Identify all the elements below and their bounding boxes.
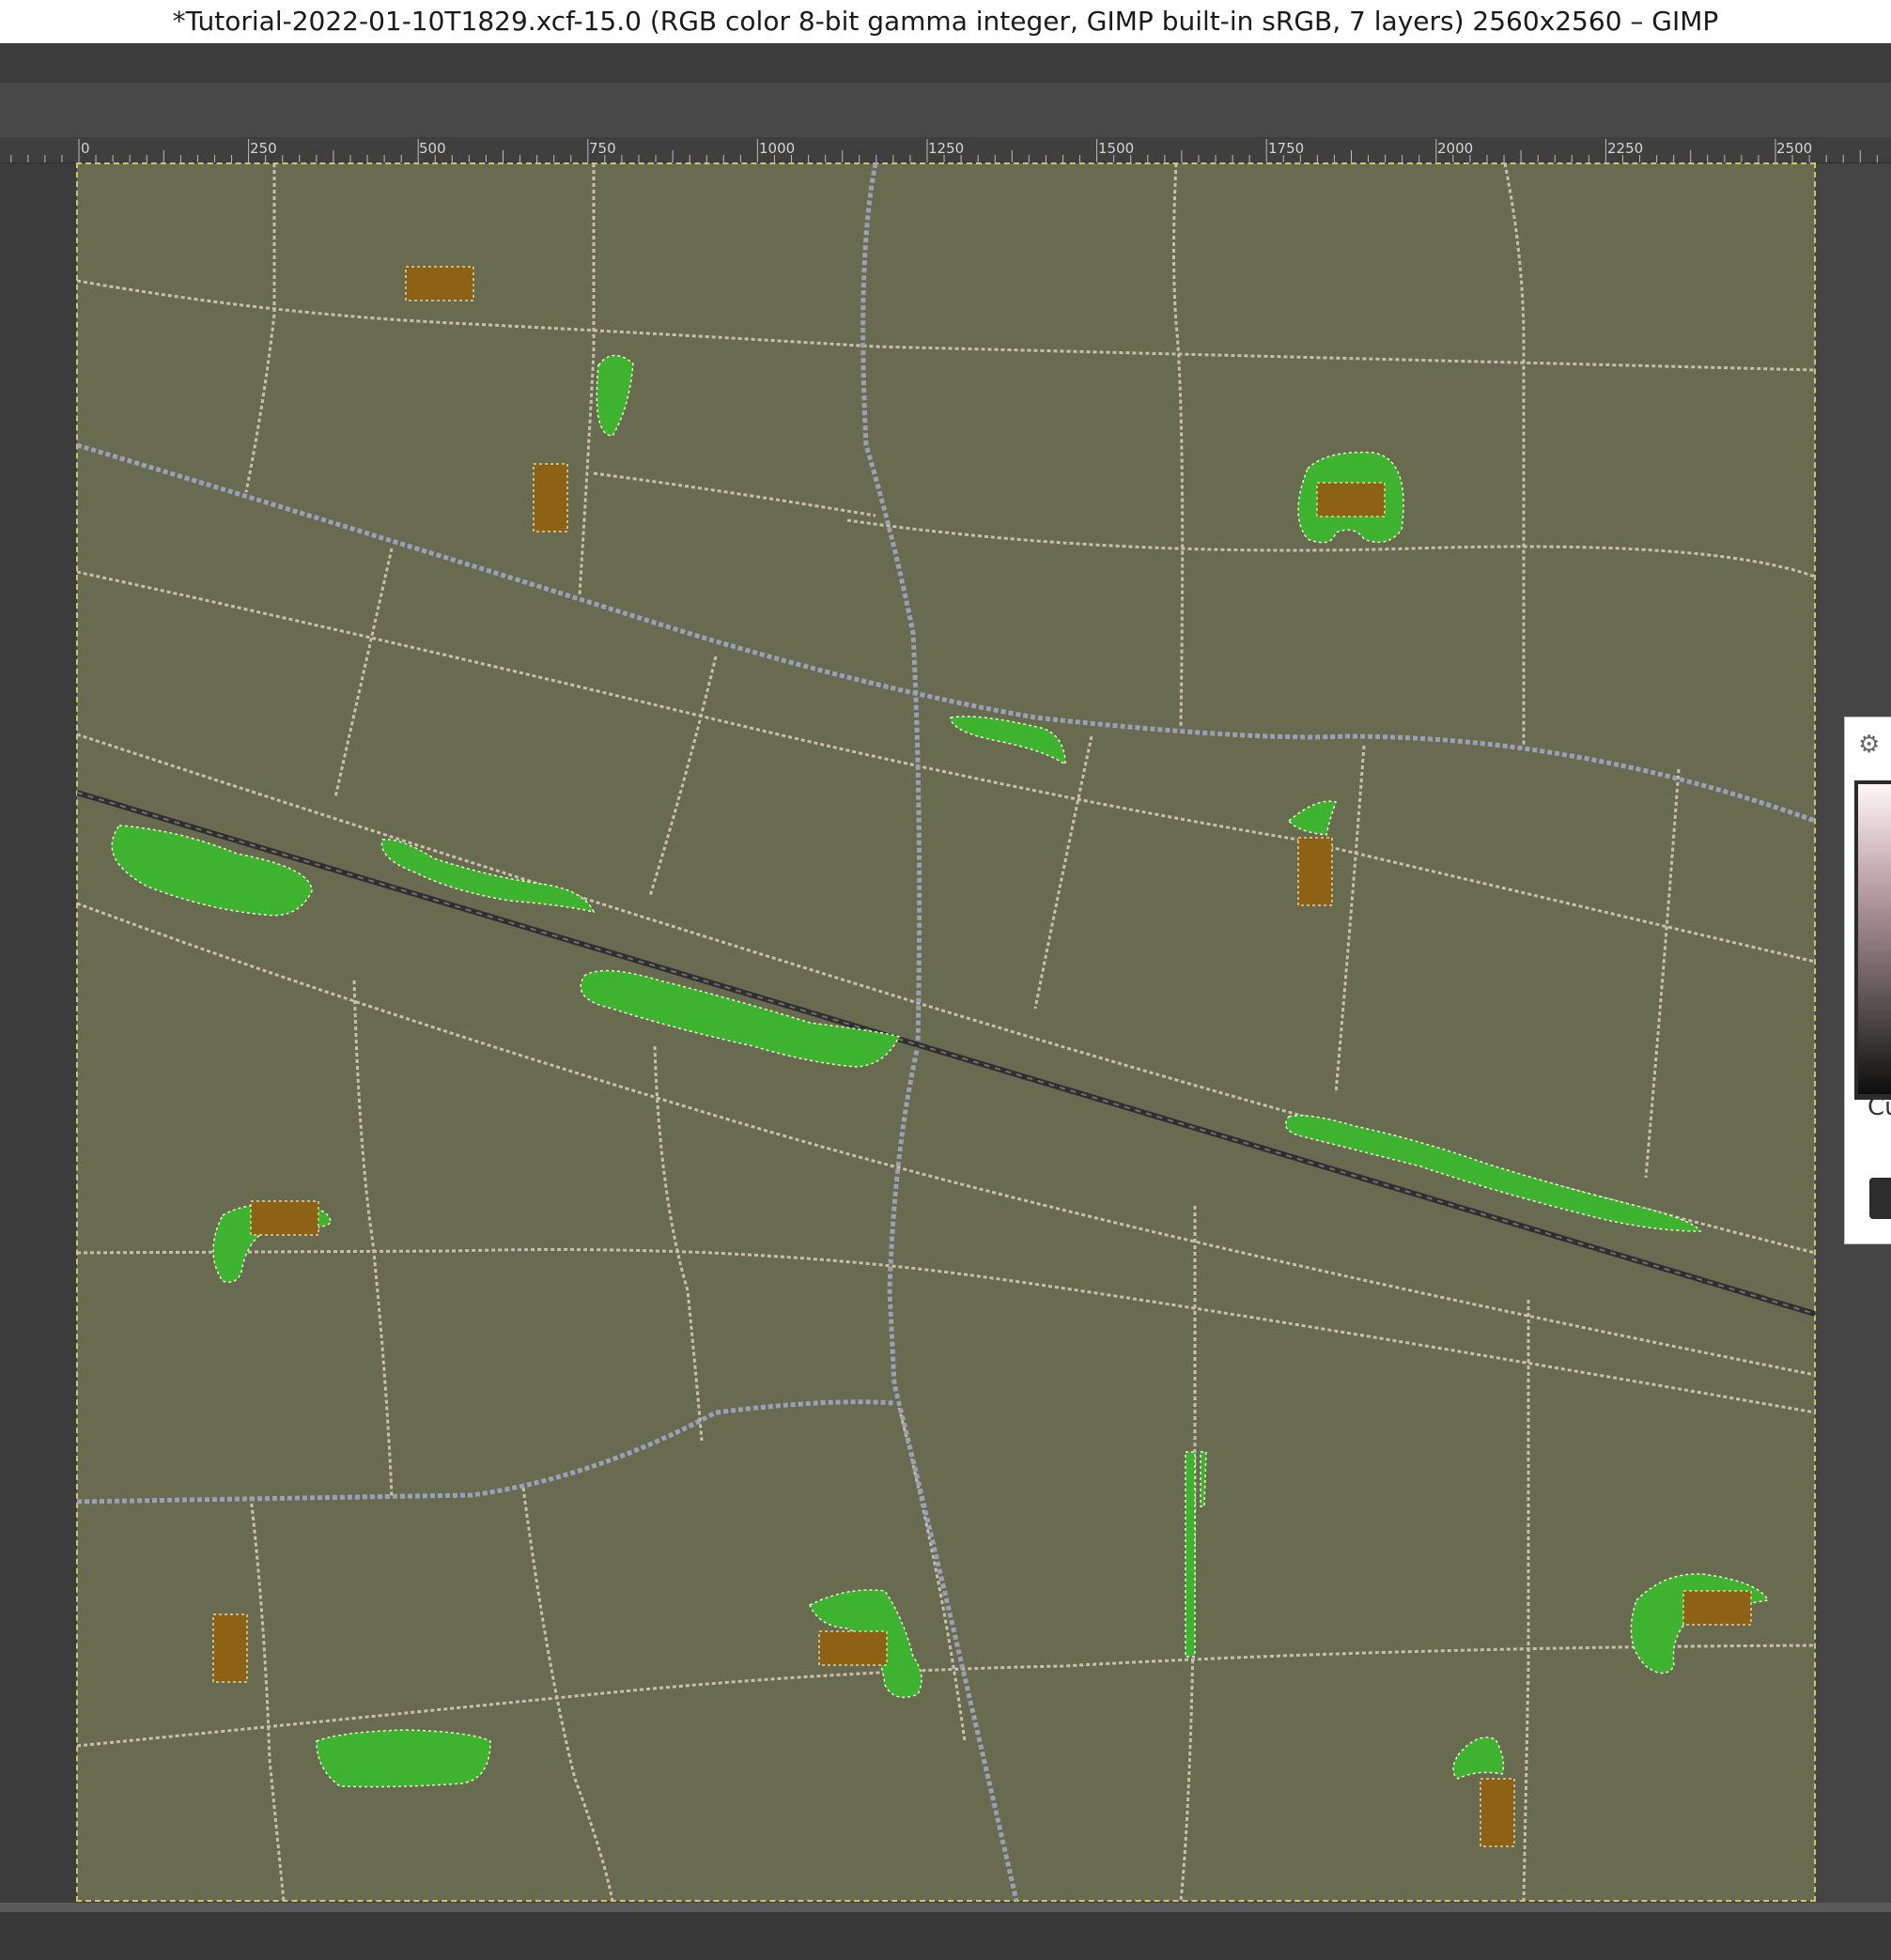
ruler-ticks: 0 250 500 750 1000 1250 1500 1750 2000 2… [10, 139, 1878, 162]
image-tab-bar [0, 83, 1891, 137]
status-bar: ) [0, 1912, 1891, 1960]
ruler-label: 1000 [759, 140, 795, 157]
ruler-label: 1250 [928, 140, 964, 157]
ruler-label: 250 [250, 140, 277, 157]
ruler-label: 2000 [1437, 140, 1473, 157]
tool-options-bar [0, 43, 1891, 83]
road-layer [77, 163, 1815, 1901]
horizontal-scrollbar[interactable] [0, 1903, 1891, 1912]
building-layer [212, 266, 1752, 1847]
ruler-label: 2500 [1776, 140, 1812, 157]
horizontal-ruler[interactable]: 0 250 500 750 1000 1250 1500 1750 2000 2… [0, 137, 1891, 163]
window-title: *Tutorial-2022-01-10T1829.xcf-15.0 (RGB … [0, 0, 1891, 43]
ruler-label: 750 [589, 140, 616, 157]
ruler-label: 2250 [1607, 140, 1643, 157]
panel-label: Cu [1868, 1093, 1891, 1121]
color-gradient-swatch[interactable] [1858, 784, 1891, 1094]
canvas-padding-left [0, 163, 77, 1903]
railway-layer [77, 790, 1815, 1317]
panel-button[interactable] [1869, 1178, 1891, 1219]
dockable-color-panel[interactable]: ⚙ Cu [1844, 717, 1891, 1244]
ruler-label: 1750 [1268, 140, 1304, 157]
map-drawing [77, 163, 1815, 1901]
image-canvas[interactable] [76, 162, 1816, 1902]
status-text: ) [0, 1912, 2, 1960]
ruler-label: 500 [419, 140, 446, 157]
ruler-label: 0 [81, 140, 90, 157]
highway-layer [77, 163, 1815, 1901]
ruler-label: 1500 [1098, 140, 1134, 157]
gimp-wilber-icon: ⚙ [1858, 731, 1881, 759]
color-gradient-frame [1854, 780, 1891, 1100]
